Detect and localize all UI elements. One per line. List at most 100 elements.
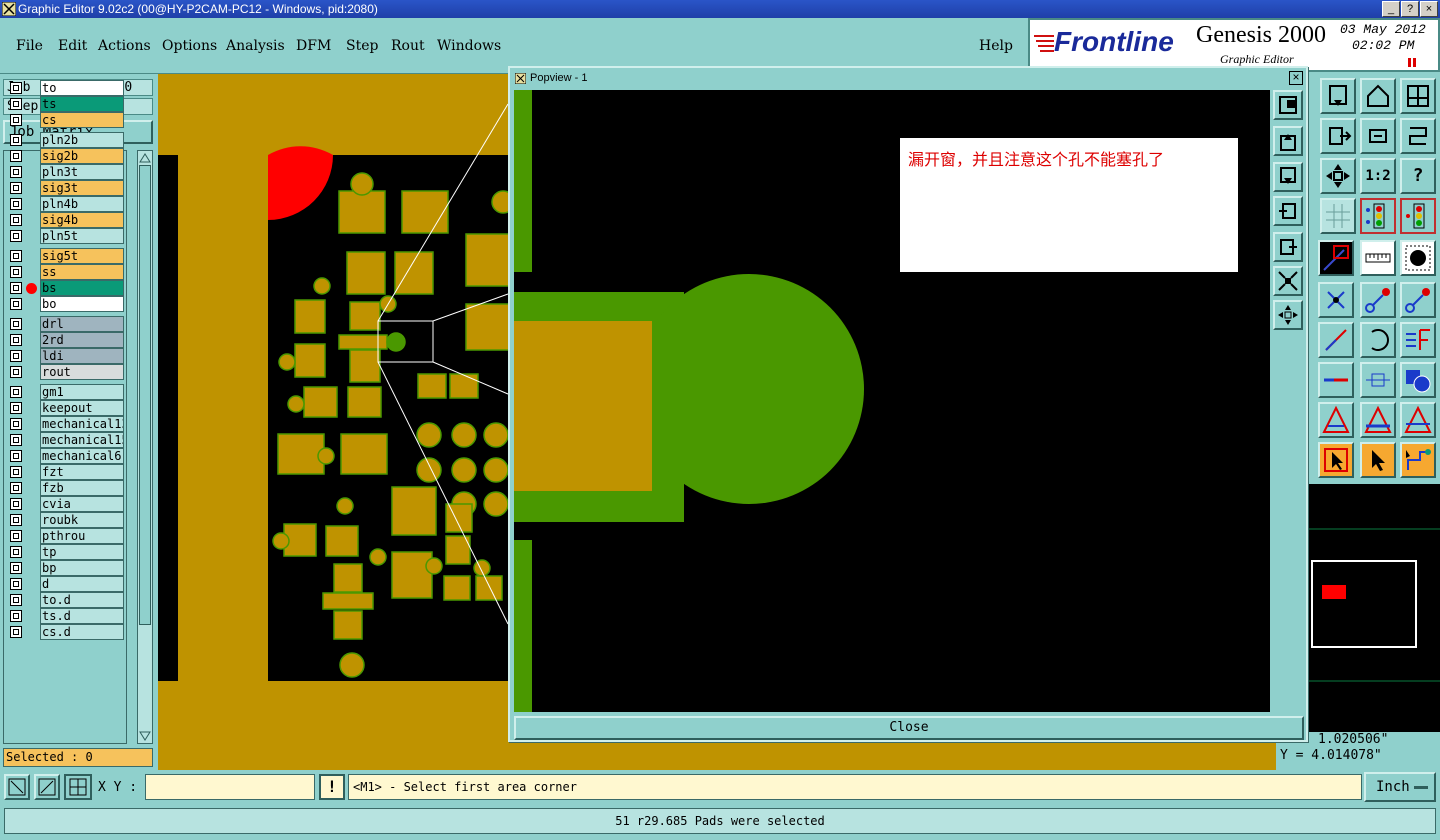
layer-checkbox[interactable] — [10, 318, 22, 330]
layer-checkbox[interactable] — [10, 298, 22, 310]
menu-actions[interactable]: Actions — [98, 38, 151, 54]
traffic-light-icon-button[interactable] — [1360, 198, 1396, 234]
layer-label[interactable]: ss — [40, 264, 124, 280]
layer-row[interactable]: bp — [8, 560, 124, 576]
layer-checkbox[interactable] — [10, 530, 22, 542]
select-area-icon-button[interactable] — [1318, 442, 1354, 478]
layer-checkbox[interactable] — [10, 82, 22, 94]
layer-row[interactable]: sig5t — [8, 248, 124, 264]
menu-dfm[interactable]: DFM — [296, 38, 331, 54]
layer-checkbox[interactable] — [10, 166, 22, 178]
layer-checkbox[interactable] — [10, 230, 22, 242]
layer-list-scrollbar[interactable] — [137, 150, 153, 744]
zoom-box-icon-button[interactable] — [4, 774, 30, 800]
pad-icon-button[interactable] — [1400, 240, 1436, 276]
layer-label[interactable]: cvia — [40, 496, 124, 512]
menu-file[interactable]: File — [16, 38, 43, 54]
layer-row[interactable]: d — [8, 576, 124, 592]
layer-checkbox[interactable] — [10, 402, 22, 414]
layer-checkbox[interactable] — [10, 514, 22, 526]
save-icon-button[interactable] — [1320, 78, 1356, 114]
xy-input[interactable] — [145, 774, 315, 800]
traffic-light-alt-icon-button[interactable] — [1400, 198, 1436, 234]
layer-label[interactable]: sig5t — [40, 248, 124, 264]
layer-label[interactable]: keepout — [40, 400, 124, 416]
popview-close-icon[interactable]: × — [1289, 71, 1303, 85]
help-query-button[interactable]: ? — [1400, 158, 1436, 194]
connect-icon-button[interactable] — [1360, 282, 1396, 318]
menu-rout[interactable]: Rout — [391, 38, 425, 54]
layer-label[interactable]: mechanical15 — [40, 432, 124, 448]
scroll-thumb[interactable] — [139, 165, 151, 625]
close-window-button[interactable]: × — [1420, 1, 1438, 17]
export-icon-button[interactable] — [1320, 118, 1356, 154]
pointer-icon-button[interactable] — [1360, 442, 1396, 478]
layer-checkbox[interactable] — [10, 610, 22, 622]
layer-checkbox[interactable] — [10, 482, 22, 494]
scroll-down-arrow-icon[interactable] — [138, 730, 152, 742]
layer-checkbox[interactable] — [10, 334, 22, 346]
layer-label[interactable]: roubk — [40, 512, 124, 528]
triangle-blue-icon-button[interactable] — [1360, 402, 1396, 438]
popview-zoom-in-icon-button[interactable] — [1273, 90, 1303, 120]
arc-icon-button[interactable] — [1360, 322, 1396, 358]
layer-checkbox[interactable] — [10, 498, 22, 510]
layer-row[interactable]: cvia — [8, 496, 124, 512]
layer-checkbox[interactable] — [10, 250, 22, 262]
home-icon-button[interactable] — [1360, 78, 1396, 114]
layer-checkbox[interactable] — [10, 366, 22, 378]
layer-label[interactable]: mechanical13 — [40, 416, 124, 432]
layer-checkbox[interactable] — [10, 182, 22, 194]
layer-checkbox[interactable] — [10, 350, 22, 362]
snake-icon-button[interactable] — [1400, 118, 1436, 154]
line-icon-button[interactable] — [1318, 322, 1354, 358]
layer-row[interactable]: fzt — [8, 464, 124, 480]
swap-icon-button[interactable] — [1360, 118, 1396, 154]
layer-row[interactable]: keepout — [8, 400, 124, 416]
layer-row[interactable]: pthrou — [8, 528, 124, 544]
popview-canvas[interactable]: 漏开窗，并且注意这个孔不能塞孔了 — [514, 90, 1270, 712]
layer-label[interactable]: ldi — [40, 348, 124, 364]
layer-row[interactable]: pln2b — [8, 132, 124, 148]
layer-row[interactable]: bs — [8, 280, 124, 296]
layer-checkbox[interactable] — [10, 282, 22, 294]
layer-row[interactable]: sig2b — [8, 148, 124, 164]
layer-checkbox[interactable] — [10, 450, 22, 462]
menu-help[interactable]: Help — [979, 38, 1013, 54]
layer-row[interactable]: 2rd — [8, 332, 124, 348]
grid-icon-button[interactable] — [1320, 198, 1356, 234]
layer-row[interactable]: mechanical13 — [8, 416, 124, 432]
menu-windows[interactable]: Windows — [437, 38, 501, 54]
connect-alt-icon-button[interactable] — [1400, 282, 1436, 318]
layer-label[interactable]: to — [40, 80, 124, 96]
layer-row[interactable]: pln4b — [8, 196, 124, 212]
layer-checkbox[interactable] — [10, 594, 22, 606]
layer-label[interactable]: mechanical6 — [40, 448, 124, 464]
layer-label[interactable]: pln2b — [40, 132, 124, 148]
layer-label[interactable]: pthrou — [40, 528, 124, 544]
overview-map[interactable] — [1308, 484, 1440, 744]
layer-row[interactable]: to — [8, 80, 124, 96]
route-icon-button[interactable] — [1400, 442, 1436, 478]
layer-row[interactable]: ts — [8, 96, 124, 112]
triangle-alt-icon-button[interactable] — [1400, 402, 1436, 438]
pan-icon-button[interactable] — [1320, 158, 1356, 194]
layer-label[interactable]: pln5t — [40, 228, 124, 244]
popview-left-icon-button[interactable] — [1273, 196, 1303, 226]
layer-label[interactable]: sig3t — [40, 180, 124, 196]
layer-row[interactable]: roubk — [8, 512, 124, 528]
alert-icon-button[interactable]: ! — [319, 774, 345, 800]
layer-checkbox[interactable] — [10, 134, 22, 146]
layer-row[interactable]: gm1 — [8, 384, 124, 400]
menu-step[interactable]: Step — [346, 38, 378, 54]
popview-fit-icon-button[interactable] — [1273, 266, 1303, 296]
popview-pan-icon-button[interactable] — [1273, 300, 1303, 330]
layer-label[interactable]: sig4b — [40, 212, 124, 228]
dimension-icon-button[interactable] — [1360, 362, 1396, 398]
layer-row[interactable]: ss — [8, 264, 124, 280]
popview-right-icon-button[interactable] — [1273, 232, 1303, 262]
layer-label[interactable]: pln4b — [40, 196, 124, 212]
zoom-ratio-button[interactable]: 1:2 — [1360, 158, 1396, 194]
layer-label[interactable]: cs — [40, 112, 124, 128]
menu-analysis[interactable]: Analysis — [226, 38, 285, 54]
